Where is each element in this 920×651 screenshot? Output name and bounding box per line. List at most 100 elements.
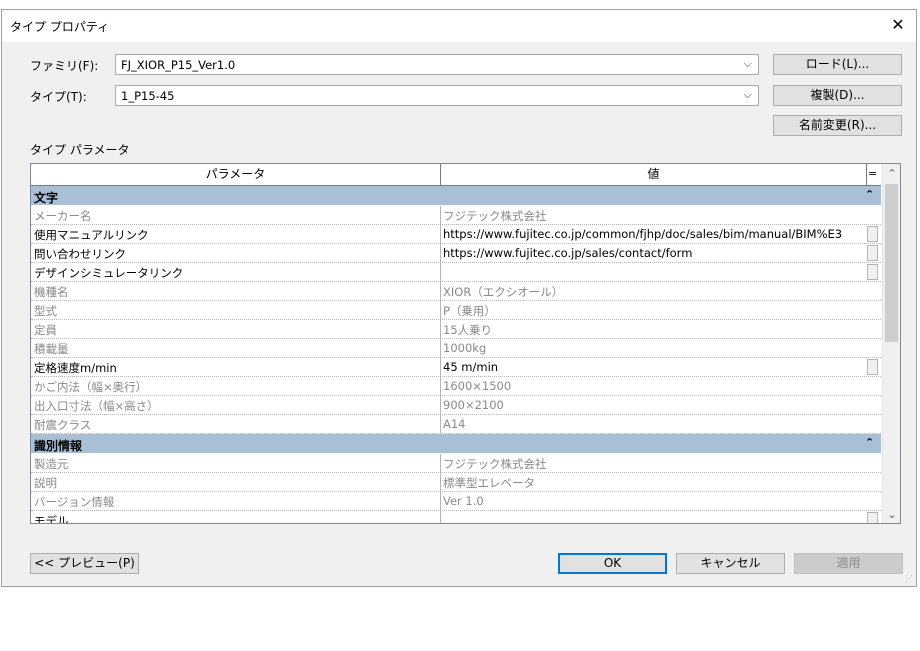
cell-divider xyxy=(440,263,441,281)
table-row[interactable]: モデル xyxy=(31,511,881,524)
associate-parameter-button[interactable] xyxy=(867,245,878,261)
parameter-name: 製造元 xyxy=(34,457,69,471)
cell-divider xyxy=(440,339,441,357)
close-icon[interactable]: ✕ xyxy=(888,15,908,35)
table-row[interactable]: バージョン情報 Ver 1.0 xyxy=(31,492,881,511)
parameter-value: P（乗用） xyxy=(443,304,496,318)
cell-divider xyxy=(440,396,441,414)
title-bar: タイプ プロパティ ✕ xyxy=(2,10,916,42)
apply-button[interactable]: 適用 xyxy=(794,553,903,574)
cell-divider xyxy=(440,244,441,262)
table-row[interactable]: 出入口寸法（幅×高さ） 900×2100 xyxy=(31,396,881,415)
table-row[interactable]: 製造元 フジテック株式会社 xyxy=(31,454,881,473)
cell-divider xyxy=(440,206,441,224)
ok-button[interactable]: OK xyxy=(558,553,667,574)
table-row[interactable]: かご内法（幅×奥行） 1600×1500 xyxy=(31,377,881,396)
cell-divider xyxy=(440,358,441,376)
parameter-name: 型式 xyxy=(34,304,57,318)
chevron-down-icon: ⌵ xyxy=(743,88,752,101)
parameter-name: 定員 xyxy=(34,323,57,337)
table-row[interactable]: 耐震クラス A14 xyxy=(31,415,881,434)
parameter-value: 900×2100 xyxy=(443,398,504,412)
collapse-icon[interactable]: ⌃ xyxy=(865,436,874,449)
parameter-value: 1600×1500 xyxy=(443,379,512,393)
cell-divider xyxy=(440,415,441,433)
column-header-parameter[interactable]: パラメータ xyxy=(31,164,441,185)
parameter-name: 耐震クラス xyxy=(34,418,92,432)
parameter-name: 問い合わせリンク xyxy=(34,247,126,261)
type-select[interactable]: 1_P15-45 ⌵ xyxy=(115,85,759,106)
table-row[interactable]: 積載量 1000kg xyxy=(31,339,881,358)
collapse-icon[interactable]: ⌃ xyxy=(865,188,874,201)
cell-divider xyxy=(440,301,441,319)
load-button[interactable]: ロード(L)... xyxy=(773,54,902,75)
parameter-value: A14 xyxy=(443,417,466,431)
parameter-grid: パラメータ 値 = 文字 ⌃ メーカー名 フジテック株式会社 使用マニュアルリンク htt… xyxy=(30,163,901,524)
scroll-thumb[interactable] xyxy=(885,184,898,342)
parameter-name: 定格速度m/min xyxy=(34,361,117,375)
cell-divider xyxy=(440,454,441,472)
table-row[interactable]: 型式 P（乗用） xyxy=(31,301,881,320)
parameter-value[interactable]: 45 m/min xyxy=(443,360,498,374)
parameter-value[interactable]: https://www.fujitec.co.jp/sales/contact/… xyxy=(443,246,692,260)
table-row[interactable]: 説明 標準型エレベータ xyxy=(31,473,881,492)
duplicate-button[interactable]: 複製(D)... xyxy=(773,85,902,106)
table-row[interactable]: 問い合わせリンク https://www.fujitec.co.jp/sales/… xyxy=(31,244,881,263)
type-parameters-label: タイプ パラメータ xyxy=(30,143,130,157)
cell-divider xyxy=(440,282,441,300)
parameter-name: かご内法（幅×奥行） xyxy=(34,380,148,394)
table-row[interactable]: 定格速度m/min 45 m/min xyxy=(31,358,881,377)
parameter-value: Ver 1.0 xyxy=(443,494,484,508)
cell-divider xyxy=(440,511,441,523)
scroll-down-icon[interactable]: ⌄ xyxy=(883,508,900,521)
table-row[interactable]: 使用マニュアルリンク https://www.fujitec.co.jp/comm… xyxy=(31,225,881,244)
associate-parameter-button[interactable] xyxy=(867,264,878,280)
parameter-name: メーカー名 xyxy=(34,209,92,223)
family-select[interactable]: FJ_XIOR_P15_Ver1.0 ⌵ xyxy=(115,54,759,75)
group-name: 文字 xyxy=(34,191,59,205)
column-header-value[interactable]: 値 xyxy=(441,164,867,185)
parameter-value: 15人乗り xyxy=(443,323,493,337)
associate-parameter-button[interactable] xyxy=(867,512,878,523)
associate-parameter-button[interactable] xyxy=(867,359,878,375)
parameter-name: デザインシミュレータリンク xyxy=(34,266,184,280)
cell-divider xyxy=(440,473,441,491)
cell-divider xyxy=(440,377,441,395)
resize-grip-icon[interactable]: ⋰ xyxy=(905,574,913,583)
parameter-rows: 文字 ⌃ メーカー名 フジテック株式会社 使用マニュアルリンク https://www.f… xyxy=(31,186,881,524)
family-label: ファミリ(F): xyxy=(30,59,99,73)
associate-parameter-button[interactable] xyxy=(867,226,878,242)
formula-column-header[interactable]: = xyxy=(868,167,877,180)
vertical-scrollbar[interactable]: ⌃ ⌄ xyxy=(882,164,900,523)
parameter-name: モデル xyxy=(34,514,69,524)
type-value: 1_P15-45 xyxy=(121,89,175,103)
group-header[interactable]: 文字 ⌃ xyxy=(31,186,881,206)
table-row[interactable]: メーカー名 フジテック株式会社 xyxy=(31,206,881,225)
table-row[interactable]: デザインシミュレータリンク xyxy=(31,263,881,282)
parameter-name: 積載量 xyxy=(34,342,69,356)
rename-button[interactable]: 名前変更(R)... xyxy=(773,115,902,136)
parameter-value[interactable]: https://www.fujitec.co.jp/common/fjhp/do… xyxy=(443,227,842,241)
group-header[interactable]: 識別情報 ⌃ xyxy=(31,434,881,454)
type-label: タイプ(T): xyxy=(30,90,87,104)
table-row[interactable]: 機種名 XIOR（エクシオール） xyxy=(31,282,881,301)
cell-divider xyxy=(440,320,441,338)
parameter-value: 1000kg xyxy=(443,341,487,355)
parameter-value: 標準型エレベータ xyxy=(443,476,535,490)
chevron-down-icon: ⌵ xyxy=(743,57,752,70)
parameter-value: フジテック株式会社 xyxy=(443,209,547,223)
cell-divider xyxy=(440,225,441,243)
parameter-name: 機種名 xyxy=(34,285,69,299)
table-row[interactable]: 定員 15人乗り xyxy=(31,320,881,339)
cancel-button[interactable]: キャンセル xyxy=(676,553,785,574)
preview-button[interactable]: << プレビュー(P) xyxy=(30,553,139,574)
scroll-up-icon[interactable]: ⌃ xyxy=(883,167,900,180)
window-title: タイプ プロパティ xyxy=(10,20,110,34)
parameter-name: 出入口寸法（幅×高さ） xyxy=(34,399,159,413)
family-value: FJ_XIOR_P15_Ver1.0 xyxy=(121,58,236,72)
type-properties-dialog: タイプ プロパティ ✕ ファミリ(F): FJ_XIOR_P15_Ver1.0 … xyxy=(1,9,917,587)
group-name: 識別情報 xyxy=(34,439,83,453)
grid-header: パラメータ 値 = xyxy=(31,164,881,186)
parameter-name: バージョン情報 xyxy=(34,495,115,509)
parameter-value: フジテック株式会社 xyxy=(443,457,547,471)
